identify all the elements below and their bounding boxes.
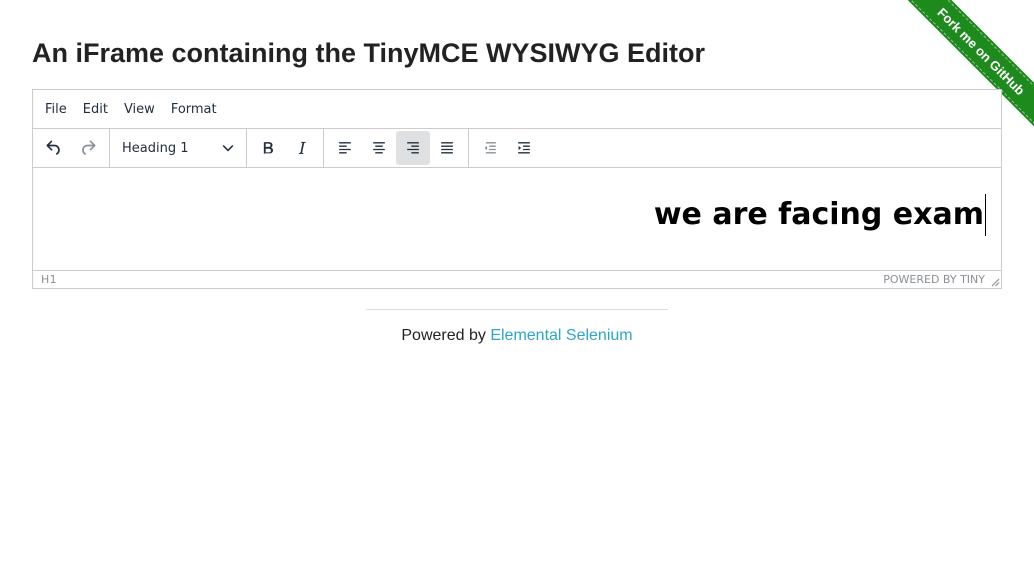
bold-icon (263, 142, 273, 154)
editor-statusbar: H1 POWERED BY TINY (33, 271, 1001, 288)
chevron-down-icon (222, 145, 234, 152)
italic-button[interactable] (285, 131, 319, 165)
editor-menubar: File Edit View Format (33, 90, 1001, 129)
alignment-group (324, 129, 469, 167)
footer: Powered by Elemental Selenium (0, 327, 1034, 345)
outdent-button[interactable] (473, 131, 507, 165)
redo-icon (82, 140, 96, 155)
menu-view[interactable]: View (116, 98, 163, 121)
undo-icon (46, 140, 60, 155)
align-center-button[interactable] (362, 131, 396, 165)
footer-prefix: Powered by (401, 327, 491, 344)
content-heading[interactable]: we are facing exam (654, 194, 986, 236)
align-left-icon (339, 142, 351, 154)
editor-toolbar: Heading 1 (33, 129, 1001, 168)
page-title: An iFrame containing the TinyMCE WYSIWYG… (32, 38, 706, 68)
menu-edit[interactable]: Edit (75, 98, 116, 121)
block-format-group: Heading 1 (110, 129, 247, 167)
undo-button[interactable] (37, 131, 71, 165)
align-right-button[interactable] (396, 131, 430, 165)
powered-by-tiny-link[interactable]: POWERED BY TINY (883, 273, 985, 286)
block-format-dropdown[interactable]: Heading 1 (114, 131, 242, 165)
history-group (33, 129, 110, 167)
elemental-selenium-link[interactable]: Elemental Selenium (490, 327, 632, 344)
block-format-value: Heading 1 (122, 140, 189, 156)
tinymce-editor: File Edit View Format Heading 1 we are f… (32, 89, 1002, 289)
resize-handle-icon[interactable] (990, 277, 1000, 287)
footer-divider (366, 309, 668, 310)
formatting-group (247, 129, 324, 167)
align-left-button[interactable] (328, 131, 362, 165)
indent-button[interactable] (507, 131, 541, 165)
menu-file[interactable]: File (37, 98, 75, 121)
element-path[interactable]: H1 (41, 273, 57, 286)
align-justify-icon (441, 142, 453, 154)
redo-button[interactable] (71, 131, 105, 165)
bold-button[interactable] (251, 131, 285, 165)
menu-format[interactable]: Format (163, 98, 225, 121)
editor-content-area[interactable]: we are facing exam (33, 168, 1001, 271)
align-right-icon (407, 142, 419, 154)
italic-icon (298, 141, 306, 154)
indent-group (469, 129, 545, 167)
align-center-icon (373, 142, 385, 154)
indent-icon (518, 142, 530, 154)
align-justify-button[interactable] (430, 131, 464, 165)
outdent-icon (484, 142, 496, 154)
